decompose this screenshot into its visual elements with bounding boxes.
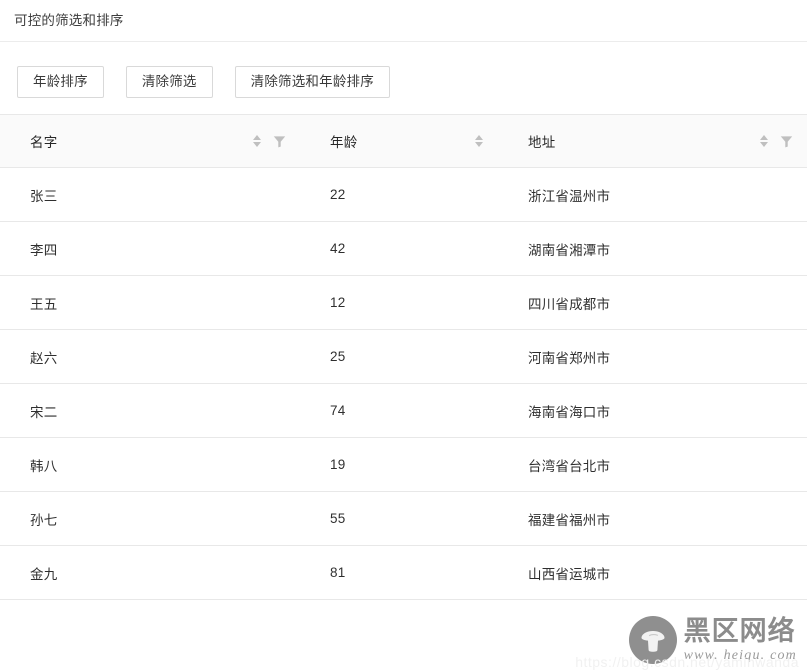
watermark: 黑区网络 www. heiqu. com bbox=[628, 615, 797, 664]
data-table-container: 名字 年龄 地址 张三 22 浙江省温州市 李四 42 湖南省湘潭市 王五 12… bbox=[0, 114, 807, 600]
filter-icon[interactable] bbox=[273, 134, 286, 148]
cell-age: 81 bbox=[300, 545, 498, 600]
sort-age-button[interactable]: 年龄排序 bbox=[17, 66, 104, 98]
column-header-name-icons bbox=[251, 133, 286, 150]
clear-filters-button[interactable]: 清除筛选 bbox=[125, 66, 213, 98]
page-title: 可控的筛选和排序 bbox=[14, 13, 124, 28]
filter-icon[interactable] bbox=[780, 134, 793, 148]
table-row[interactable]: 李四 42 湖南省湘潭市 bbox=[0, 221, 807, 276]
sort-icon[interactable] bbox=[473, 133, 484, 150]
caret-down-icon bbox=[474, 142, 483, 147]
table-body: 张三 22 浙江省温州市 李四 42 湖南省湘潭市 王五 12 四川省成都市 赵… bbox=[0, 167, 807, 600]
column-header-name-label: 名字 bbox=[30, 135, 58, 150]
cell-address: 福建省福州市 bbox=[498, 491, 807, 546]
cell-age: 12 bbox=[300, 275, 498, 330]
cell-name: 赵六 bbox=[0, 329, 300, 384]
watermark-source-url: https://blog.csdn.net/yaminwanda bbox=[575, 654, 799, 670]
watermark-text: 黑区网络 www. heiqu. com bbox=[683, 615, 797, 663]
column-header-age-label: 年龄 bbox=[330, 135, 358, 150]
table-row[interactable]: 王五 12 四川省成都市 bbox=[0, 275, 807, 330]
column-header-age-icons bbox=[473, 133, 484, 150]
caret-down-icon bbox=[252, 142, 261, 147]
watermark-brand: 黑区网络 bbox=[683, 615, 796, 646]
page-title-bar: 可控的筛选和排序 bbox=[0, 0, 807, 42]
caret-down-icon bbox=[759, 142, 768, 147]
action-toolbar: 年龄排序 清除筛选 清除筛选和年龄排序 bbox=[0, 42, 807, 99]
cell-name: 宋二 bbox=[0, 383, 300, 438]
cell-address: 湖南省湘潭市 bbox=[498, 221, 807, 276]
watermark-url: www. heiqu. com bbox=[683, 647, 797, 663]
cell-age: 42 bbox=[300, 221, 498, 276]
clear-filters-and-sorters-button[interactable]: 清除筛选和年龄排序 bbox=[234, 66, 390, 98]
table-row[interactable]: 宋二 74 海南省海口市 bbox=[0, 383, 807, 438]
cell-address: 山西省运城市 bbox=[498, 545, 807, 600]
cell-age: 19 bbox=[300, 437, 498, 492]
cell-name: 张三 bbox=[0, 167, 300, 222]
cell-age: 25 bbox=[300, 329, 498, 384]
cell-address: 浙江省温州市 bbox=[498, 167, 807, 222]
table-head: 名字 年龄 地址 bbox=[0, 114, 807, 168]
cell-address: 海南省海口市 bbox=[498, 383, 807, 438]
cell-address: 河南省郑州市 bbox=[498, 329, 807, 384]
cell-age: 74 bbox=[300, 383, 498, 438]
column-header-address[interactable]: 地址 bbox=[498, 114, 807, 168]
table-row[interactable]: 赵六 25 河南省郑州市 bbox=[0, 329, 807, 384]
table-row[interactable]: 金九 81 山西省运城市 bbox=[0, 545, 807, 600]
table-row[interactable]: 张三 22 浙江省温州市 bbox=[0, 167, 807, 222]
cell-age: 55 bbox=[300, 491, 498, 546]
cell-name: 孙七 bbox=[0, 491, 300, 546]
cell-age: 22 bbox=[300, 167, 498, 222]
cell-address: 台湾省台北市 bbox=[498, 437, 807, 492]
table-row[interactable]: 孙七 55 福建省福州市 bbox=[0, 491, 807, 546]
caret-up-icon bbox=[252, 135, 261, 140]
caret-up-icon bbox=[474, 135, 483, 140]
sort-icon[interactable] bbox=[758, 133, 769, 150]
column-header-name[interactable]: 名字 bbox=[0, 114, 300, 168]
cell-name: 金九 bbox=[0, 545, 300, 600]
table-row[interactable]: 韩八 19 台湾省台北市 bbox=[0, 437, 807, 492]
mushroom-logo-icon bbox=[628, 616, 677, 664]
column-header-address-icons bbox=[758, 133, 793, 150]
cell-name: 王五 bbox=[0, 275, 300, 330]
cell-name: 李四 bbox=[0, 221, 300, 276]
caret-up-icon bbox=[759, 135, 768, 140]
sort-icon[interactable] bbox=[251, 133, 262, 150]
column-header-age[interactable]: 年龄 bbox=[300, 114, 498, 168]
table-header-row: 名字 年龄 地址 bbox=[0, 114, 807, 168]
column-header-address-label: 地址 bbox=[528, 135, 556, 150]
cell-name: 韩八 bbox=[0, 437, 300, 492]
cell-address: 四川省成都市 bbox=[498, 275, 807, 330]
data-table: 名字 年龄 地址 张三 22 浙江省温州市 李四 42 湖南省湘潭市 王五 12… bbox=[0, 114, 807, 600]
